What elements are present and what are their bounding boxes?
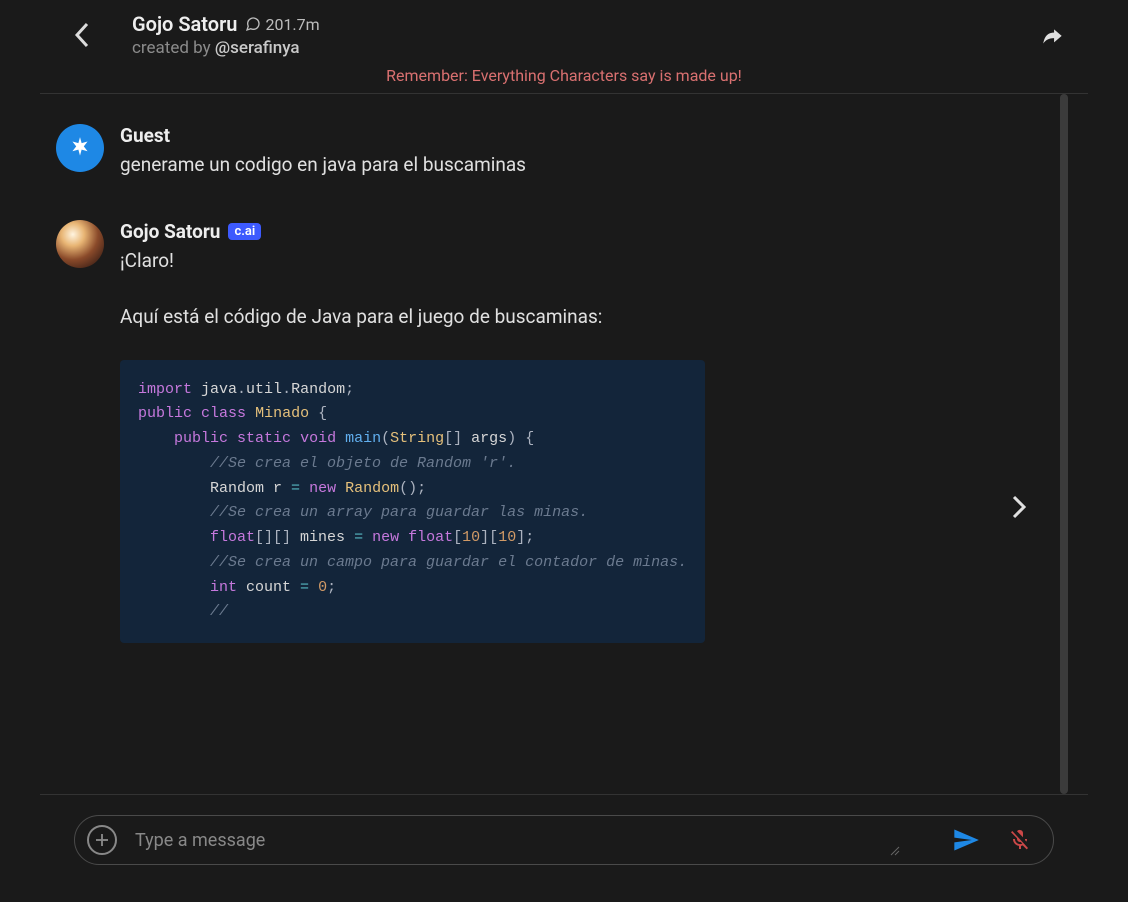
share-icon [1040, 24, 1066, 50]
send-button[interactable] [949, 823, 983, 857]
message-character: Gojo Satoru c.ai ¡Claro! Aquí está el có… [56, 220, 1068, 644]
avatar-guest [56, 124, 104, 172]
back-button[interactable] [62, 15, 102, 55]
avatar-character [56, 220, 104, 268]
mic-off-button[interactable] [1005, 825, 1035, 855]
add-button[interactable] [87, 825, 117, 855]
title-block: Gojo Satoru 201.7m created by @serafinya [132, 12, 320, 58]
divider [40, 794, 1088, 795]
character-name: Gojo Satoru [132, 12, 237, 36]
code-block: import java.util.Random; public class Mi… [120, 360, 705, 644]
message-text: ¡Claro! Aquí está el código de Java para… [120, 247, 1068, 644]
scrollbar[interactable] [1060, 94, 1068, 794]
chat-area: Guest generame un codigo en java para el… [0, 94, 1128, 794]
created-by: created by @serafinya [132, 38, 320, 58]
next-response-button[interactable] [1004, 492, 1034, 522]
scrollbar-thumb[interactable] [1060, 94, 1068, 794]
warning-banner: Remember: Everything Characters say is m… [0, 66, 1128, 93]
send-icon [952, 826, 980, 854]
message-author: Gojo Satoru [120, 220, 220, 243]
mic-off-icon [1008, 828, 1032, 852]
message-input[interactable] [135, 830, 949, 851]
chevron-right-icon [1010, 493, 1028, 521]
chat-bubble-icon [245, 16, 261, 32]
composer [74, 815, 1054, 865]
share-button[interactable] [1038, 22, 1068, 52]
message-author: Guest [120, 124, 170, 147]
header: Gojo Satoru 201.7m created by @serafinya [0, 0, 1128, 66]
back-icon [73, 20, 91, 50]
message-text: generame un codigo en java para el busca… [120, 151, 1068, 180]
message-guest: Guest generame un codigo en java para el… [56, 124, 1068, 180]
creator-handle[interactable]: @serafinya [215, 38, 300, 58]
chat-count: 201.7m [245, 15, 319, 34]
plus-icon [93, 831, 111, 849]
star-icon [67, 135, 93, 161]
cai-badge: c.ai [228, 223, 261, 240]
